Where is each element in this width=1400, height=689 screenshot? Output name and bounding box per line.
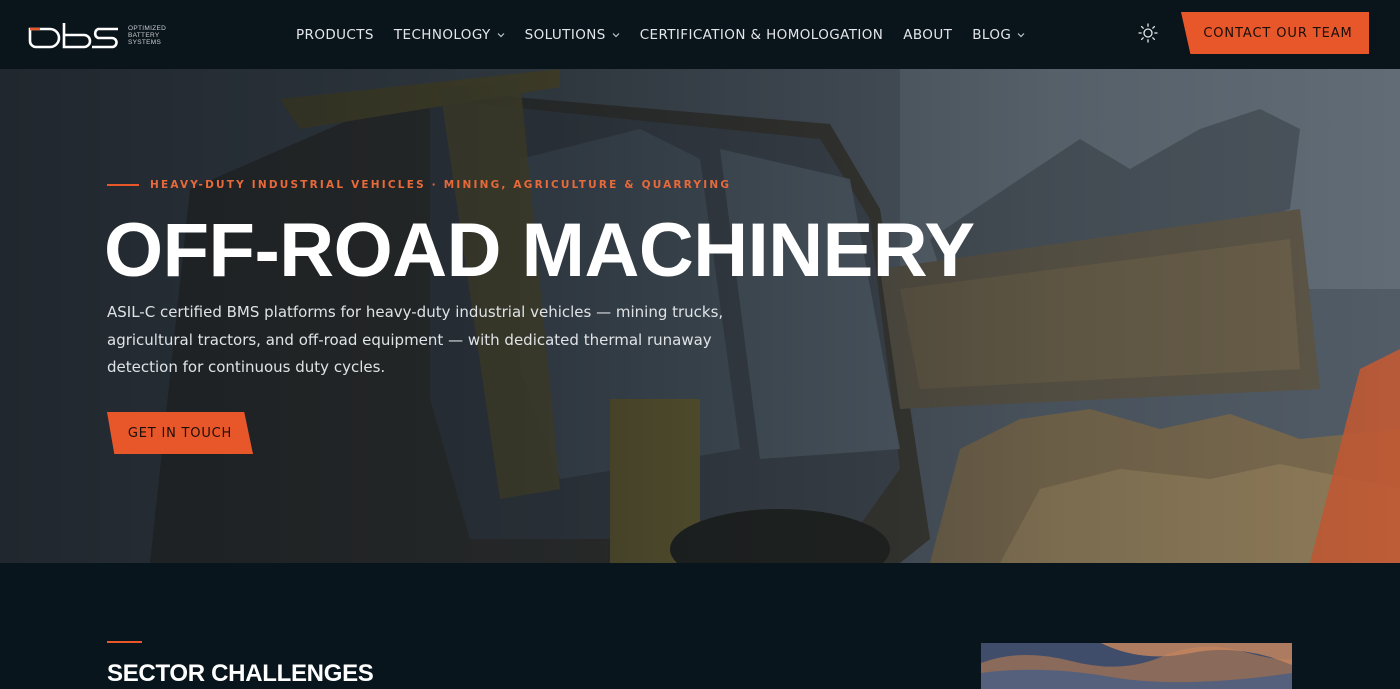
- hero-eyebrow-text: HEAVY-DUTY INDUSTRIAL VEHICLES · MINING,…: [150, 179, 732, 191]
- theme-toggle-button[interactable]: [1137, 22, 1159, 44]
- nav-item-about[interactable]: ABOUT: [903, 0, 952, 69]
- contact-our-team-button[interactable]: CONTACT OUR TEAM: [1181, 12, 1369, 54]
- sky-sunset-image: [981, 643, 1292, 689]
- hero-eyebrow: HEAVY-DUTY INDUSTRIAL VEHICLES · MINING,…: [107, 179, 731, 191]
- nav-item-label: CERTIFICATION & HOMOLOGATION: [639, 26, 884, 43]
- chevron-down-icon: [1017, 32, 1025, 38]
- chevron-down-icon: [497, 32, 505, 38]
- nav-item-technology[interactable]: TECHNOLOGY: [394, 0, 505, 69]
- logo-tagline: OPTIMIZED BATTERY SYSTEMS: [128, 25, 166, 46]
- logo-tagline-line: OPTIMIZED: [128, 24, 167, 32]
- main-nav: PRODUCTS TECHNOLOGY SOLUTIONS CERTIFICAT…: [296, 0, 1045, 69]
- chevron-down-icon: [612, 32, 620, 38]
- obs-logo-mark: [28, 23, 118, 49]
- nav-item-label: SOLUTIONS: [524, 26, 606, 43]
- nav-item-label: TECHNOLOGY: [393, 26, 491, 43]
- nav-item-certification[interactable]: CERTIFICATION & HOMOLOGATION: [640, 0, 884, 69]
- nav-item-label: BLOG: [972, 26, 1012, 43]
- nav-item-products[interactable]: PRODUCTS: [296, 0, 374, 69]
- section-rule: [107, 641, 142, 643]
- sun-icon: [1138, 23, 1158, 43]
- hero-section: HEAVY-DUTY INDUSTRIAL VEHICLES · MINING,…: [0, 69, 1400, 563]
- section-title: SECTOR CHALLENGES: [107, 660, 374, 687]
- eyebrow-rule: [107, 184, 139, 186]
- get-in-touch-button[interactable]: GET IN TOUCH: [107, 412, 253, 454]
- hero-description: ASIL-C certified BMS platforms for heavy…: [107, 303, 724, 376]
- nav-item-solutions[interactable]: SOLUTIONS: [525, 0, 620, 69]
- nav-item-blog[interactable]: BLOG: [972, 0, 1025, 69]
- site-header: OPTIMIZED BATTERY SYSTEMS PRODUCTS TECHN…: [0, 0, 1400, 69]
- obs-logo[interactable]: OPTIMIZED BATTERY SYSTEMS: [28, 19, 168, 51]
- hero-title: OFF-ROAD MACHINERY: [104, 208, 975, 293]
- nav-item-label: ABOUT: [903, 26, 953, 43]
- logo-tagline-line: BATTERY: [128, 31, 160, 39]
- sky-sunset-photo: [981, 643, 1292, 689]
- logo-tagline-line: SYSTEMS: [128, 38, 162, 46]
- nav-item-label: PRODUCTS: [296, 26, 374, 43]
